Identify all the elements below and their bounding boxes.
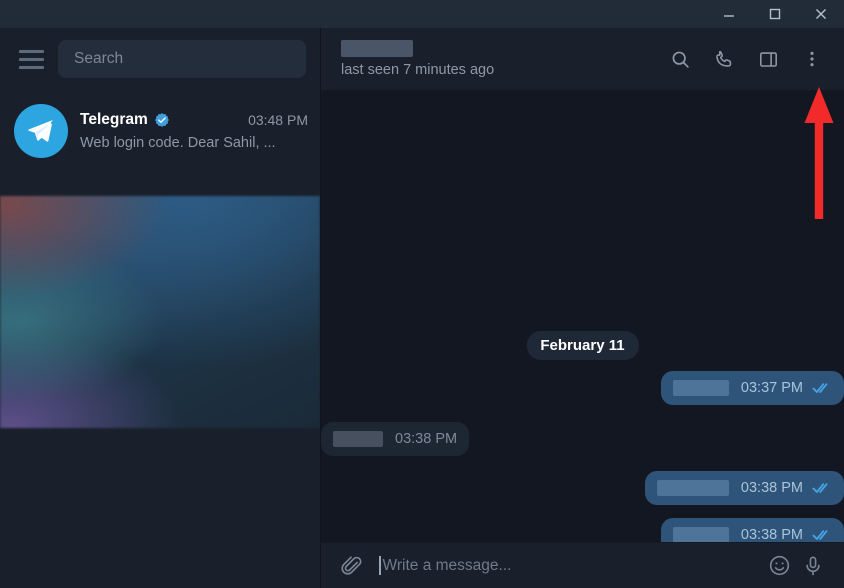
chat-item-texts: Telegram 03:48 PM Web login code. Dear S… bbox=[80, 111, 308, 151]
blurred-media-preview[interactable] bbox=[0, 196, 320, 428]
chat-header-info[interactable]: last seen 7 minutes ago bbox=[341, 40, 658, 78]
window-close-button[interactable] bbox=[798, 0, 844, 28]
message-time: 03:38 PM bbox=[395, 431, 458, 447]
message-bubble[interactable]: 03:37 PM bbox=[660, 371, 844, 405]
chat-status: last seen 7 minutes ago bbox=[341, 62, 495, 78]
annotation-arrow-icon bbox=[804, 87, 834, 219]
message-bubble[interactable]: 03:38 PM bbox=[321, 422, 470, 456]
message-input[interactable]: Write a message... bbox=[369, 556, 762, 575]
message-time: 03:37 PM bbox=[740, 380, 803, 396]
double-check-icon bbox=[812, 481, 832, 495]
chat-header: last seen 7 minutes ago bbox=[321, 28, 844, 90]
text-caret bbox=[379, 556, 381, 575]
smiley-icon[interactable] bbox=[762, 549, 796, 583]
double-check-icon bbox=[812, 381, 832, 395]
message-time: 03:38 PM bbox=[740, 480, 803, 496]
sidebar-toolbar: Search bbox=[0, 28, 320, 90]
search-input[interactable]: Search bbox=[58, 40, 306, 78]
message-text-redacted bbox=[672, 380, 729, 396]
chat-item-header: Telegram 03:48 PM bbox=[80, 111, 308, 129]
message-bubble[interactable]: 03:38 PM bbox=[644, 471, 844, 505]
paperclip-icon[interactable] bbox=[335, 549, 369, 583]
chat-item-preview: Web login code. Dear Sahil, ... bbox=[80, 135, 276, 151]
phone-icon[interactable] bbox=[702, 37, 746, 81]
window-maximize-button[interactable] bbox=[752, 0, 798, 28]
search-placeholder: Search bbox=[74, 50, 124, 67]
chat-title-redacted bbox=[341, 40, 413, 57]
message-text-redacted bbox=[656, 480, 729, 496]
double-check-icon bbox=[812, 528, 832, 542]
telegram-paper-plane-icon bbox=[28, 120, 53, 142]
verified-badge-icon bbox=[154, 113, 169, 127]
sidebar: Search Telegram 03:48 PM Web login code.… bbox=[0, 28, 320, 588]
chat-list-item-telegram[interactable]: Telegram 03:48 PM Web login code. Dear S… bbox=[0, 90, 320, 172]
chat-pane: last seen 7 minutes ago February 11 03:3… bbox=[321, 28, 844, 588]
three-dots-menu-icon[interactable] bbox=[790, 37, 834, 81]
message-text-redacted bbox=[333, 431, 383, 447]
microphone-icon[interactable] bbox=[796, 549, 830, 583]
search-icon[interactable] bbox=[658, 37, 702, 81]
message-text-redacted bbox=[672, 527, 729, 543]
hamburger-menu-icon[interactable] bbox=[14, 42, 48, 76]
message-composer: Write a message... bbox=[321, 542, 844, 588]
panel-toggle-icon[interactable] bbox=[746, 37, 790, 81]
date-separator: February 11 bbox=[526, 331, 639, 360]
chat-item-time: 03:48 PM bbox=[248, 112, 308, 128]
message-list[interactable]: February 11 03:37 PM 03:38 PM 03:38 PM 0… bbox=[321, 90, 844, 552]
window-minimize-button[interactable] bbox=[706, 0, 752, 28]
message-time: 03:38 PM bbox=[740, 527, 803, 543]
message-placeholder: Write a message... bbox=[382, 556, 512, 574]
chat-item-name: Telegram bbox=[80, 111, 148, 128]
avatar bbox=[14, 104, 68, 158]
window-titlebar bbox=[0, 0, 844, 28]
telegram-desktop-window: Search Telegram 03:48 PM Web login code.… bbox=[0, 0, 844, 588]
